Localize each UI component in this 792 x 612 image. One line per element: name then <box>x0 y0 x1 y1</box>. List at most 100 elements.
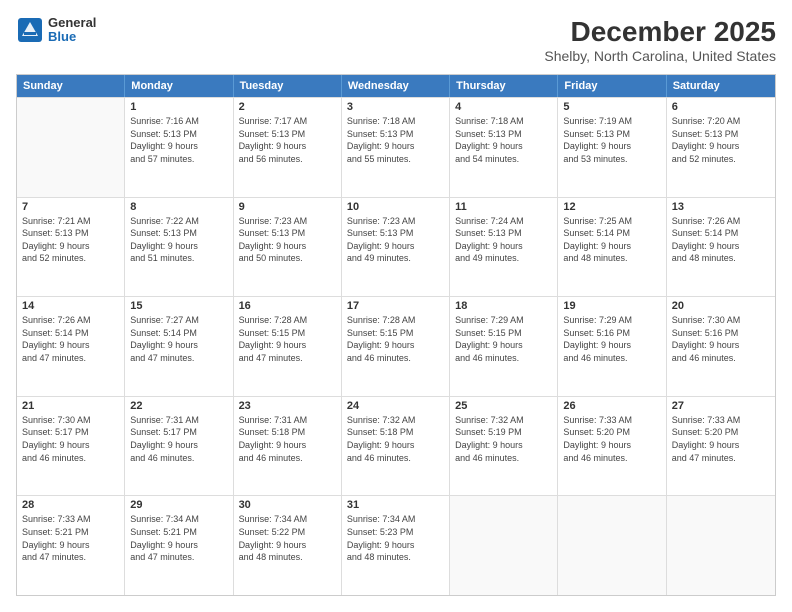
day-number: 9 <box>239 201 336 213</box>
day-number: 18 <box>455 300 552 312</box>
calendar-day-15: 15Sunrise: 7:27 AMSunset: 5:14 PMDayligh… <box>125 297 233 396</box>
calendar-day-21: 21Sunrise: 7:30 AMSunset: 5:17 PMDayligh… <box>17 397 125 496</box>
day-number: 15 <box>130 300 227 312</box>
day-info: Sunrise: 7:20 AMSunset: 5:13 PMDaylight:… <box>672 115 770 165</box>
calendar-day-empty <box>667 496 775 595</box>
day-info: Sunrise: 7:29 AMSunset: 5:15 PMDaylight:… <box>455 314 552 364</box>
logo-icon <box>16 16 44 44</box>
page: General Blue December 2025 Shelby, North… <box>0 0 792 612</box>
calendar-day-7: 7Sunrise: 7:21 AMSunset: 5:13 PMDaylight… <box>17 198 125 297</box>
calendar-day-29: 29Sunrise: 7:34 AMSunset: 5:21 PMDayligh… <box>125 496 233 595</box>
day-info: Sunrise: 7:30 AMSunset: 5:17 PMDaylight:… <box>22 414 119 464</box>
day-header-friday: Friday <box>558 75 666 97</box>
main-title: December 2025 <box>544 16 776 48</box>
title-block: December 2025 Shelby, North Carolina, Un… <box>544 16 776 64</box>
day-header-sunday: Sunday <box>17 75 125 97</box>
day-number: 30 <box>239 499 336 511</box>
day-number: 22 <box>130 400 227 412</box>
calendar-day-2: 2 Sunrise: 7:17 AMSunset: 5:13 PMDaylight… <box>234 98 342 197</box>
day-info: Sunrise: 7:18 AMSunset: 5:13 PMDaylight:… <box>347 115 444 165</box>
calendar-day-26: 26Sunrise: 7:33 AMSunset: 5:20 PMDayligh… <box>558 397 666 496</box>
calendar-week-5: 28 Sunrise: 7:33 AMSunset: 5:21 PMDayligh… <box>17 495 775 595</box>
calendar-day-18: 18 Sunrise: 7:29 AMSunset: 5:15 PMDayligh… <box>450 297 558 396</box>
day-number: 14 <box>22 300 119 312</box>
day-info: Sunrise: 7:25 AMSunset: 5:14 PMDaylight:… <box>563 215 660 265</box>
logo-blue: Blue <box>48 30 96 44</box>
calendar-day-13: 13 Sunrise: 7:26 AMSunset: 5:14 PMDayligh… <box>667 198 775 297</box>
calendar-day-30: 30 Sunrise: 7:34 AMSunset: 5:22 PMDayligh… <box>234 496 342 595</box>
day-info: Sunrise: 7:32 AMSunset: 5:18 PMDaylight:… <box>347 414 444 464</box>
calendar-day-1: 1 Sunrise: 7:16 AMSunset: 5:13 PMDaylight… <box>125 98 233 197</box>
day-header-saturday: Saturday <box>667 75 775 97</box>
day-info: Sunrise: 7:34 AMSunset: 5:23 PMDaylight:… <box>347 513 444 563</box>
calendar-body: 1 Sunrise: 7:16 AMSunset: 5:13 PMDaylight… <box>17 97 775 595</box>
calendar-week-2: 7Sunrise: 7:21 AMSunset: 5:13 PMDaylight… <box>17 197 775 297</box>
day-number: 10 <box>347 201 444 213</box>
calendar-day-9: 9 Sunrise: 7:23 AMSunset: 5:13 PMDaylight… <box>234 198 342 297</box>
day-header-monday: Monday <box>125 75 233 97</box>
day-info: Sunrise: 7:34 AMSunset: 5:22 PMDaylight:… <box>239 513 336 563</box>
day-info: Sunrise: 7:34 AMSunset: 5:21 PMDaylight:… <box>130 513 227 563</box>
day-info: Sunrise: 7:16 AMSunset: 5:13 PMDaylight:… <box>130 115 227 165</box>
day-number: 3 <box>347 101 444 113</box>
day-number: 27 <box>672 400 770 412</box>
calendar-day-19: 19 Sunrise: 7:29 AMSunset: 5:16 PMDayligh… <box>558 297 666 396</box>
calendar-day-12: 12 Sunrise: 7:25 AMSunset: 5:14 PMDayligh… <box>558 198 666 297</box>
calendar-week-3: 14 Sunrise: 7:26 AMSunset: 5:14 PMDayligh… <box>17 296 775 396</box>
day-number: 19 <box>563 300 660 312</box>
calendar-day-10: 10Sunrise: 7:23 AMSunset: 5:13 PMDayligh… <box>342 198 450 297</box>
calendar-day-28: 28 Sunrise: 7:33 AMSunset: 5:21 PMDayligh… <box>17 496 125 595</box>
calendar-day-22: 22 Sunrise: 7:31 AMSunset: 5:17 PMDayligh… <box>125 397 233 496</box>
day-info: Sunrise: 7:29 AMSunset: 5:16 PMDaylight:… <box>563 314 660 364</box>
day-number: 12 <box>563 201 660 213</box>
day-info: Sunrise: 7:32 AMSunset: 5:19 PMDaylight:… <box>455 414 552 464</box>
calendar-week-4: 21Sunrise: 7:30 AMSunset: 5:17 PMDayligh… <box>17 396 775 496</box>
day-info: Sunrise: 7:17 AMSunset: 5:13 PMDaylight:… <box>239 115 336 165</box>
calendar-day-11: 11 Sunrise: 7:24 AMSunset: 5:13 PMDayligh… <box>450 198 558 297</box>
day-number: 28 <box>22 499 119 511</box>
day-info: Sunrise: 7:23 AMSunset: 5:13 PMDaylight:… <box>239 215 336 265</box>
day-info: Sunrise: 7:26 AMSunset: 5:14 PMDaylight:… <box>22 314 119 364</box>
calendar-day-empty <box>450 496 558 595</box>
day-number: 2 <box>239 101 336 113</box>
calendar-day-5: 5Sunrise: 7:19 AMSunset: 5:13 PMDaylight… <box>558 98 666 197</box>
header: General Blue December 2025 Shelby, North… <box>16 16 776 64</box>
day-number: 24 <box>347 400 444 412</box>
day-info: Sunrise: 7:22 AMSunset: 5:13 PMDaylight:… <box>130 215 227 265</box>
day-number: 1 <box>130 101 227 113</box>
day-info: Sunrise: 7:31 AMSunset: 5:17 PMDaylight:… <box>130 414 227 464</box>
day-info: Sunrise: 7:24 AMSunset: 5:13 PMDaylight:… <box>455 215 552 265</box>
calendar-header: SundayMondayTuesdayWednesdayThursdayFrid… <box>17 75 775 97</box>
day-info: Sunrise: 7:33 AMSunset: 5:20 PMDaylight:… <box>563 414 660 464</box>
day-header-tuesday: Tuesday <box>234 75 342 97</box>
day-number: 11 <box>455 201 552 213</box>
calendar-day-4: 4Sunrise: 7:18 AMSunset: 5:13 PMDaylight… <box>450 98 558 197</box>
calendar-day-17: 17Sunrise: 7:28 AMSunset: 5:15 PMDayligh… <box>342 297 450 396</box>
day-number: 31 <box>347 499 444 511</box>
calendar: SundayMondayTuesdayWednesdayThursdayFrid… <box>16 74 776 596</box>
calendar-day-20: 20Sunrise: 7:30 AMSunset: 5:16 PMDayligh… <box>667 297 775 396</box>
day-info: Sunrise: 7:26 AMSunset: 5:14 PMDaylight:… <box>672 215 770 265</box>
day-info: Sunrise: 7:28 AMSunset: 5:15 PMDaylight:… <box>239 314 336 364</box>
day-number: 20 <box>672 300 770 312</box>
calendar-day-empty <box>558 496 666 595</box>
day-number: 13 <box>672 201 770 213</box>
calendar-day-23: 23Sunrise: 7:31 AMSunset: 5:18 PMDayligh… <box>234 397 342 496</box>
calendar-day-6: 6 Sunrise: 7:20 AMSunset: 5:13 PMDaylight… <box>667 98 775 197</box>
day-info: Sunrise: 7:33 AMSunset: 5:21 PMDaylight:… <box>22 513 119 563</box>
day-number: 6 <box>672 101 770 113</box>
calendar-day-3: 3 Sunrise: 7:18 AMSunset: 5:13 PMDaylight… <box>342 98 450 197</box>
calendar-day-27: 27Sunrise: 7:33 AMSunset: 5:20 PMDayligh… <box>667 397 775 496</box>
logo: General Blue <box>16 16 96 45</box>
day-info: Sunrise: 7:28 AMSunset: 5:15 PMDaylight:… <box>347 314 444 364</box>
day-number: 5 <box>563 101 660 113</box>
calendar-week-1: 1 Sunrise: 7:16 AMSunset: 5:13 PMDaylight… <box>17 97 775 197</box>
calendar-day-16: 16 Sunrise: 7:28 AMSunset: 5:15 PMDayligh… <box>234 297 342 396</box>
subtitle: Shelby, North Carolina, United States <box>544 48 776 64</box>
day-header-thursday: Thursday <box>450 75 558 97</box>
logo-general: General <box>48 16 96 30</box>
day-info: Sunrise: 7:31 AMSunset: 5:18 PMDaylight:… <box>239 414 336 464</box>
day-number: 16 <box>239 300 336 312</box>
day-header-wednesday: Wednesday <box>342 75 450 97</box>
day-number: 25 <box>455 400 552 412</box>
